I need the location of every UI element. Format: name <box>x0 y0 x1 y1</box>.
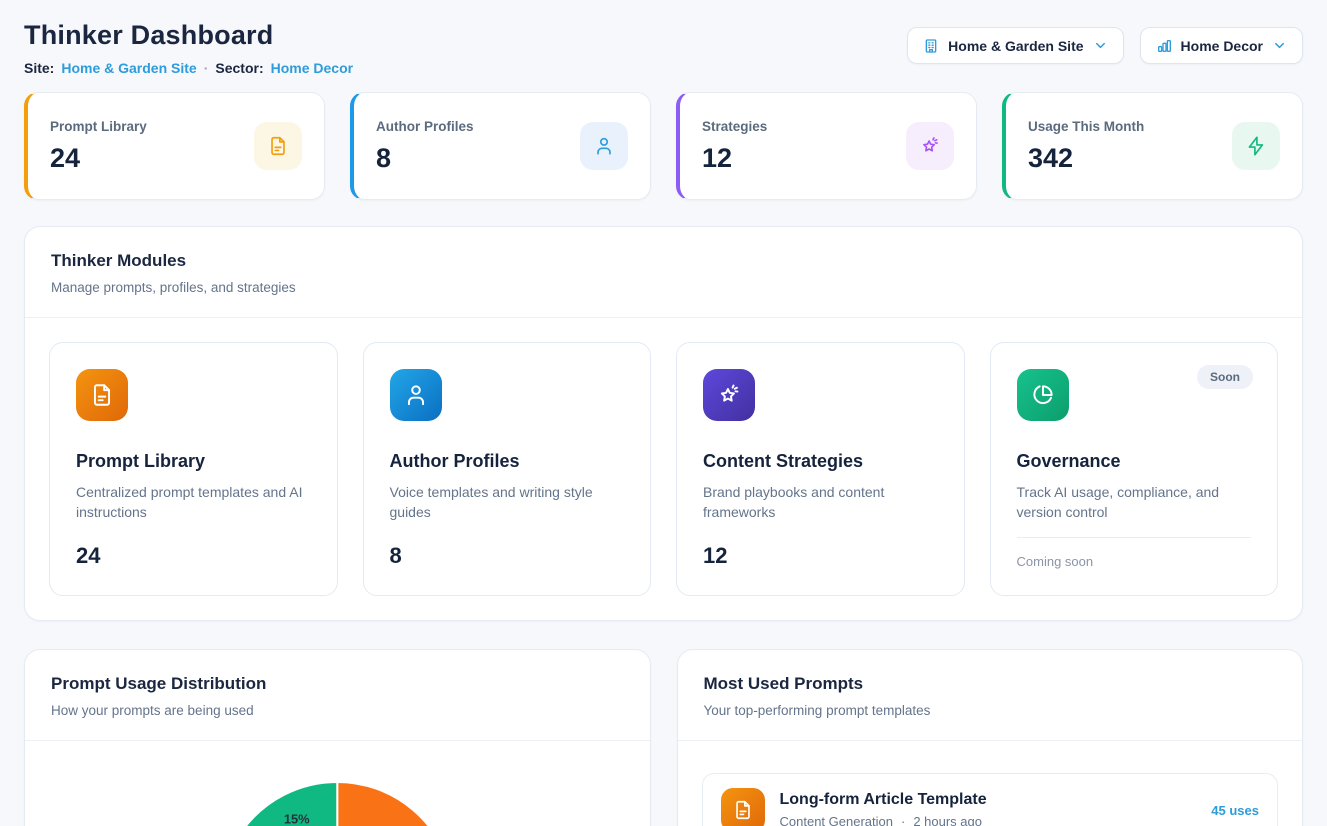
module-title: Author Profiles <box>390 451 625 472</box>
stat-card-prompt-library: Prompt Library 24 <box>24 92 325 200</box>
page-header: Thinker Dashboard Site: Home & Garden Si… <box>24 20 1303 76</box>
prompts-title: Most Used Prompts <box>704 674 1277 694</box>
stat-label: Author Profiles <box>376 119 474 134</box>
stat-label: Usage This Month <box>1028 119 1144 134</box>
module-description: Track AI usage, compliance, and version … <box>1017 482 1252 523</box>
sector-link[interactable]: Home Decor <box>271 60 353 76</box>
prompts-subtitle: Your top-performing prompt templates <box>704 703 1277 718</box>
prompt-item-text: Long-form Article Template Content Gener… <box>780 791 1197 826</box>
usage-subtitle: How your prompts are being used <box>51 703 624 718</box>
bar-chart-icon <box>1156 38 1172 54</box>
stat-text: Usage This Month 342 <box>1028 119 1144 174</box>
pie-chart-icon <box>1017 369 1069 421</box>
star-burst-icon <box>703 369 755 421</box>
header-left: Thinker Dashboard Site: Home & Garden Si… <box>24 20 353 76</box>
modules-grid: Prompt Library Centralized prompt templa… <box>25 318 1302 620</box>
star-burst-icon <box>906 122 954 170</box>
module-description: Voice templates and writing style guides <box>390 482 625 523</box>
site-selector-label: Home & Garden Site <box>948 38 1083 54</box>
header-actions: Home & Garden Site Home Decor <box>907 27 1303 64</box>
stat-value: 24 <box>50 143 147 174</box>
breadcrumb: Site: Home & Garden Site · Sector: Home … <box>24 60 353 76</box>
module-title: Governance <box>1017 451 1252 472</box>
stats-row: Prompt Library 24 Author Profiles 8 Stra… <box>24 92 1303 200</box>
module-title: Content Strategies <box>703 451 938 472</box>
module-description: Centralized prompt templates and AI inst… <box>76 482 311 523</box>
most-used-prompts-card: Most Used Prompts Your top-performing pr… <box>677 649 1304 826</box>
chevron-down-icon <box>1272 38 1287 53</box>
prompts-header: Most Used Prompts Your top-performing pr… <box>678 650 1303 740</box>
usage-distribution-card: Prompt Usage Distribution How your promp… <box>24 649 651 826</box>
meta-dot: · <box>204 60 209 76</box>
modules-header: Thinker Modules Manage prompts, profiles… <box>25 227 1302 317</box>
stat-value: 342 <box>1028 143 1144 174</box>
module-card-content-strategies[interactable]: Content Strategies Brand playbooks and c… <box>676 342 965 596</box>
prompt-uses-badge: 45 uses <box>1211 803 1259 818</box>
site-link[interactable]: Home & Garden Site <box>61 60 196 76</box>
divider <box>1017 537 1252 538</box>
stat-label: Prompt Library <box>50 119 147 134</box>
file-text-icon <box>721 788 765 826</box>
sector-label: Sector: <box>215 60 263 76</box>
module-footer: Coming soon <box>1017 554 1252 569</box>
usage-title: Prompt Usage Distribution <box>51 674 624 694</box>
prompt-list: Long-form Article Template Content Gener… <box>678 741 1303 826</box>
usage-donut-chart: 45%25%15%15% <box>25 741 650 826</box>
module-count: 8 <box>390 543 625 569</box>
donut-chart-area: 45%25%15%15% <box>25 741 650 826</box>
module-card-governance[interactable]: Soon Governance Track AI usage, complian… <box>990 342 1279 596</box>
user-icon <box>580 122 628 170</box>
modules-title: Thinker Modules <box>51 251 1276 271</box>
prompt-meta-dot: · <box>901 814 905 826</box>
module-title: Prompt Library <box>76 451 311 472</box>
dashboard-page: Thinker Dashboard Site: Home & Garden Si… <box>0 0 1327 826</box>
site-selector-button[interactable]: Home & Garden Site <box>907 27 1123 64</box>
building-icon <box>923 38 939 54</box>
prompt-title: Long-form Article Template <box>780 791 1197 809</box>
prompt-list-item[interactable]: Long-form Article Template Content Gener… <box>702 773 1279 826</box>
stat-text: Strategies 12 <box>702 119 767 174</box>
sector-selector-button[interactable]: Home Decor <box>1140 27 1303 64</box>
modules-subtitle: Manage prompts, profiles, and strategies <box>51 280 1276 295</box>
stat-value: 8 <box>376 143 474 174</box>
file-text-icon <box>76 369 128 421</box>
site-label: Site: <box>24 60 54 76</box>
soon-badge: Soon <box>1197 365 1253 389</box>
prompt-category: Content Generation <box>780 814 893 826</box>
zap-icon <box>1232 122 1280 170</box>
file-text-icon <box>254 122 302 170</box>
stat-label: Strategies <box>702 119 767 134</box>
stat-card-usage: Usage This Month 342 <box>1002 92 1303 200</box>
module-card-author-profiles[interactable]: Author Profiles Voice templates and writ… <box>363 342 652 596</box>
stat-text: Author Profiles 8 <box>376 119 474 174</box>
module-card-prompt-library[interactable]: Prompt Library Centralized prompt templa… <box>49 342 338 596</box>
module-description: Brand playbooks and content frameworks <box>703 482 938 523</box>
svg-text:15%: 15% <box>284 811 310 826</box>
stat-card-author-profiles: Author Profiles 8 <box>350 92 651 200</box>
chevron-down-icon <box>1093 38 1108 53</box>
stat-text: Prompt Library 24 <box>50 119 147 174</box>
page-title: Thinker Dashboard <box>24 20 353 51</box>
bottom-row: Prompt Usage Distribution How your promp… <box>24 649 1303 826</box>
sector-selector-label: Home Decor <box>1181 38 1263 54</box>
user-icon <box>390 369 442 421</box>
stat-value: 12 <box>702 143 767 174</box>
modules-panel: Thinker Modules Manage prompts, profiles… <box>24 226 1303 621</box>
usage-header: Prompt Usage Distribution How your promp… <box>25 650 650 740</box>
prompt-time: 2 hours ago <box>913 814 982 826</box>
prompt-meta: Content Generation · 2 hours ago <box>780 814 1197 826</box>
module-count: 12 <box>703 543 938 569</box>
module-count: 24 <box>76 543 311 569</box>
stat-card-strategies: Strategies 12 <box>676 92 977 200</box>
